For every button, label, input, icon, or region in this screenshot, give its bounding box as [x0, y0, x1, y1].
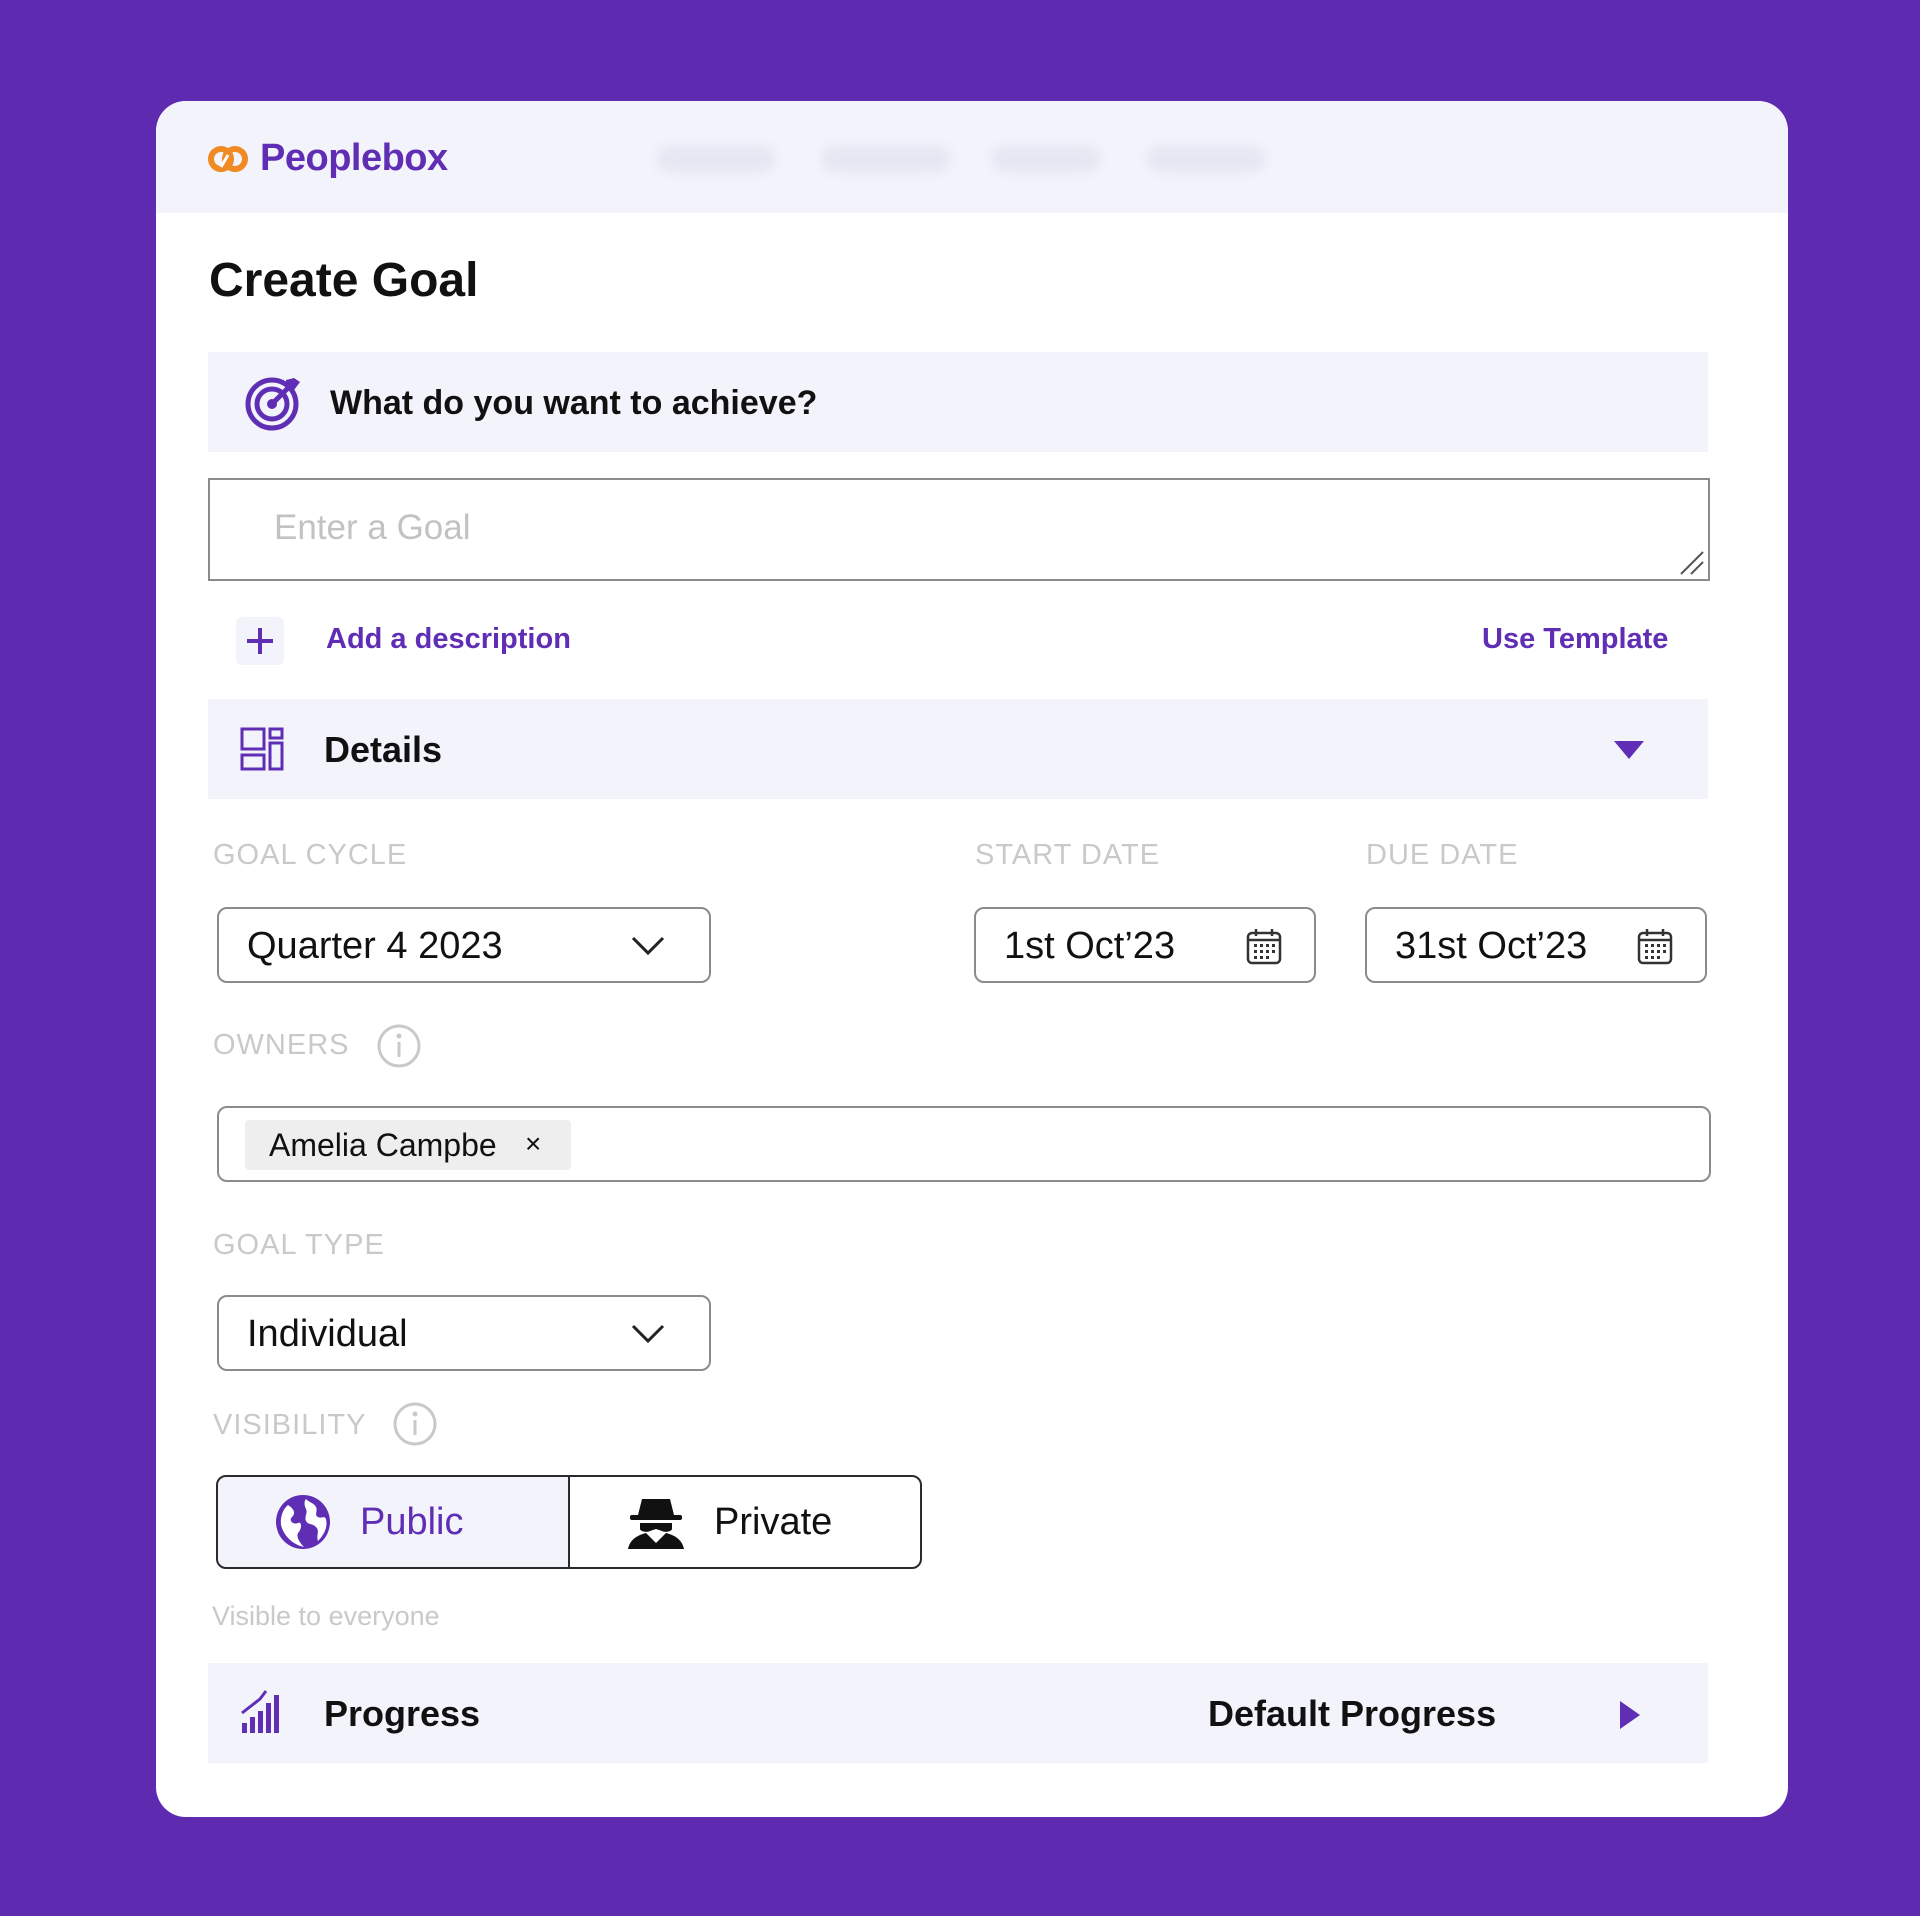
visibility-label: VISIBILITY [213, 1409, 367, 1441]
owners-label: OWNERS [213, 1029, 350, 1061]
page-title: Create Goal [209, 254, 479, 307]
visibility-public-label: Public [360, 1500, 464, 1543]
add-description-button[interactable] [236, 617, 284, 665]
goal-cycle-value: Quarter 4 2023 [247, 925, 503, 967]
progress-title: Progress [324, 1693, 481, 1734]
nav-tab-blurred-4[interactable] [1146, 145, 1266, 173]
start-date-label: START DATE [975, 839, 1161, 871]
goal-type-value: Individual [247, 1313, 408, 1355]
goal-header-band: What do you want to achieve? [208, 352, 1708, 452]
owner-chip-name: Amelia Campbe [269, 1127, 497, 1163]
owner-chip: Amelia Campbe × [245, 1120, 571, 1170]
add-description-link[interactable]: Add a description [326, 623, 571, 656]
goal-cycle-label: GOAL CYCLE [213, 839, 408, 871]
visibility-helper-text: Visible to everyone [212, 1601, 440, 1631]
chevron-down-icon [631, 1324, 665, 1344]
goal-question: What do you want to achieve? [330, 384, 818, 422]
caret-down-icon[interactable] [1612, 739, 1646, 761]
app-name: Peoplebox [260, 137, 448, 179]
info-icon[interactable] [376, 1023, 422, 1069]
goal-input-placeholder: Enter a Goal [274, 508, 471, 547]
globe-icon [276, 1495, 330, 1549]
due-date-label: DUE DATE [1366, 839, 1519, 871]
nav-tab-blurred-2[interactable] [821, 145, 951, 173]
signal-bars-icon [241, 1690, 279, 1733]
logo-icon [208, 145, 248, 172]
visibility-private-label: Private [714, 1500, 833, 1543]
app-logo[interactable]: Peoplebox [208, 137, 448, 180]
remove-owner-icon[interactable]: × [525, 1128, 541, 1160]
details-title: Details [324, 729, 443, 770]
resize-handle-icon[interactable] [1677, 548, 1705, 576]
start-date-field[interactable]: 1st Oct’23 [974, 907, 1316, 983]
visibility-private-button[interactable]: Private [568, 1475, 922, 1569]
start-date-value: 1st Oct’23 [1004, 925, 1176, 967]
goal-cycle-select[interactable]: Quarter 4 2023 [217, 907, 711, 983]
caret-right-icon[interactable] [1618, 1699, 1642, 1731]
goal-type-label: GOAL TYPE [213, 1229, 385, 1261]
create-goal-card: Peoplebox Create Goal What do you want t… [156, 101, 1788, 1817]
owners-input[interactable]: Amelia Campbe × [217, 1106, 1711, 1182]
info-icon[interactable] [392, 1401, 438, 1447]
chevron-down-icon [631, 936, 665, 956]
details-header[interactable]: Details [208, 699, 1708, 799]
visibility-public-button[interactable]: Public [216, 1475, 570, 1569]
due-date-value: 31st Oct’23 [1395, 925, 1588, 967]
goal-input[interactable]: Enter a Goal [208, 478, 1710, 581]
nav-tab-blurred-1[interactable] [656, 145, 776, 173]
progress-header[interactable]: Progress Default Progress [208, 1663, 1708, 1763]
due-date-field[interactable]: 31st Oct’23 [1365, 907, 1707, 983]
spy-icon [628, 1499, 684, 1549]
dashboard-icon [240, 727, 284, 771]
calendar-icon[interactable] [1637, 927, 1673, 965]
use-template-link[interactable]: Use Template [1482, 623, 1668, 656]
target-icon [245, 377, 300, 431]
top-nav-bar: Peoplebox [156, 101, 1788, 213]
goal-type-select[interactable]: Individual [217, 1295, 711, 1371]
progress-value[interactable]: Default Progress [1208, 1693, 1496, 1735]
plus-icon [247, 628, 273, 654]
nav-tab-blurred-3[interactable] [991, 145, 1101, 173]
calendar-icon[interactable] [1246, 927, 1282, 965]
